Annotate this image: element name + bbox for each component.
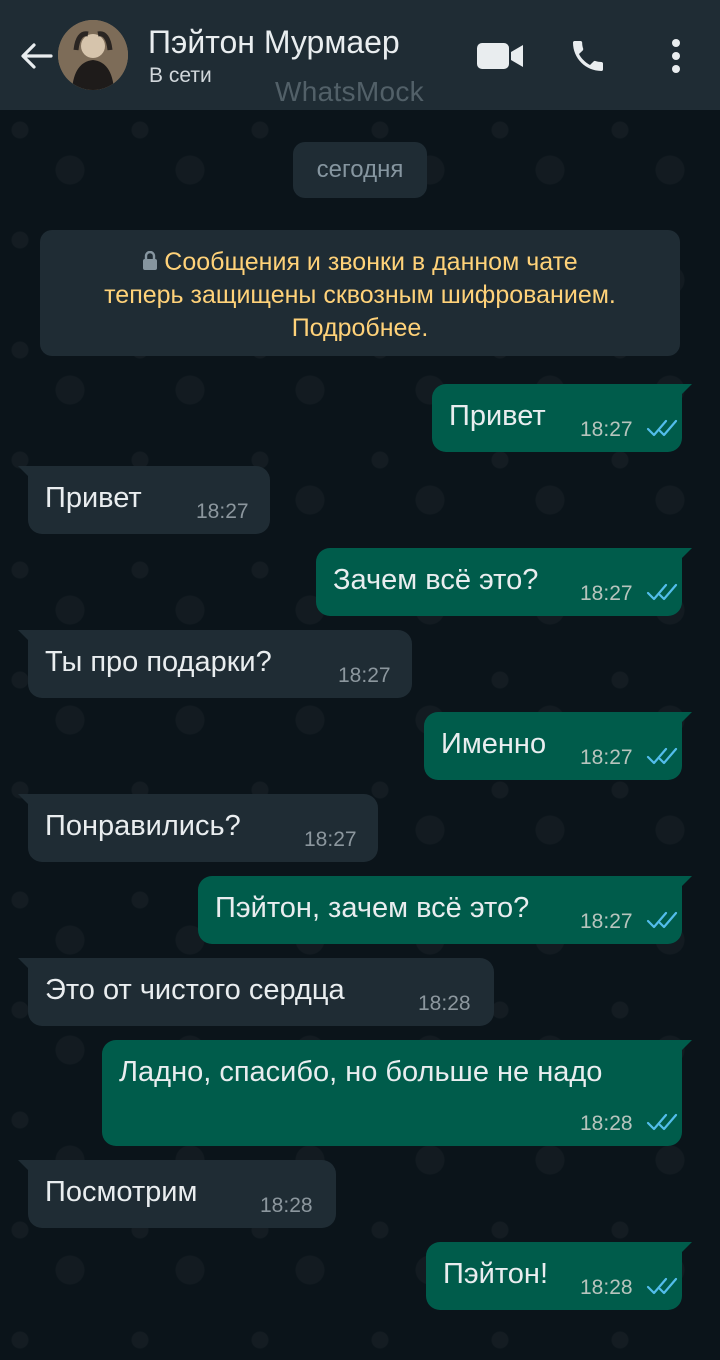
more-vertical-icon	[672, 39, 680, 73]
message-text: Именно	[441, 728, 547, 760]
message-bubble-incoming[interactable]: Это от чистого сердца 18:28	[18, 958, 494, 1026]
message-time: 18:27	[304, 828, 357, 851]
message-time: 18:27	[338, 664, 391, 687]
message-bubble-incoming[interactable]: Привет 18:27	[18, 466, 270, 534]
read-ticks-icon	[646, 583, 678, 601]
message-text: Привет	[45, 482, 142, 514]
back-button[interactable]	[14, 34, 58, 78]
message-time: 18:27	[580, 582, 633, 605]
message-time: 18:27	[580, 418, 633, 441]
message-time: 18:27	[580, 910, 633, 933]
encryption-notice-line-1: Сообщения и звонки в данном чате	[40, 246, 680, 279]
message-text: Пэйтон!	[443, 1258, 548, 1290]
message-bubble-outgoing[interactable]: Зачем всё это? 18:27	[316, 548, 692, 616]
read-ticks-icon	[646, 747, 678, 765]
message-time: 18:28	[580, 1276, 633, 1299]
message-bubble-outgoing[interactable]: Пэйтон, зачем всё это? 18:27	[198, 876, 692, 944]
message-time: 18:28	[580, 1112, 633, 1135]
message-text: Понравились?	[45, 810, 241, 842]
encryption-learn-more-link[interactable]: Подробнее.	[40, 312, 680, 345]
message-text: Зачем всё это?	[333, 564, 539, 596]
encryption-notice[interactable]: Сообщения и звонки в данном чате теперь …	[40, 230, 680, 356]
message-bubble-outgoing[interactable]: Ладно, спасибо, но больше не надо 18:28	[102, 1040, 692, 1146]
message-time: 18:28	[418, 992, 471, 1015]
lock-icon	[143, 251, 158, 270]
read-ticks-icon	[646, 1277, 678, 1295]
read-ticks-icon	[646, 1113, 678, 1131]
message-text: Ладно, спасибо, но больше не надо	[119, 1056, 603, 1088]
message-text: Посмотрим	[45, 1176, 198, 1208]
message-text: Ты про подарки?	[45, 646, 272, 678]
chat-area[interactable]: сегодня Сообщения и звонки в данном чате…	[0, 110, 720, 1360]
message-text: Это от чистого сердца	[45, 974, 345, 1006]
video-call-button[interactable]	[474, 34, 526, 78]
watermark: WhatsMock	[275, 76, 424, 107]
chat-header: Пэйтон Мурмаер В сети WhatsMock	[0, 0, 720, 110]
encryption-text-1: Сообщения и звонки в данном чате	[164, 248, 578, 276]
message-bubble-outgoing[interactable]: Пэйтон! 18:28	[426, 1242, 692, 1310]
encryption-text-2: теперь защищены сквозным шифрованием.	[104, 281, 616, 309]
message-bubble-outgoing[interactable]: Привет 18:27	[432, 384, 692, 452]
phone-icon	[573, 41, 603, 71]
message-bubble-incoming[interactable]: Ты про подарки? 18:27	[18, 630, 412, 698]
message-time: 18:27	[580, 746, 633, 769]
video-camera-icon	[477, 43, 523, 69]
message-text: Привет	[449, 400, 546, 432]
avatar-photo	[58, 20, 128, 90]
message-bubble-incoming[interactable]: Посмотрим 18:28	[18, 1160, 336, 1228]
message-bubble-outgoing[interactable]: Именно 18:27	[424, 712, 692, 780]
message-bubble-incoming[interactable]: Понравились? 18:27	[18, 794, 378, 862]
contact-name[interactable]: Пэйтон Мурмаер	[148, 24, 400, 61]
menu-button[interactable]	[650, 34, 702, 78]
message-time: 18:27	[196, 500, 249, 523]
voice-call-button[interactable]	[562, 34, 614, 78]
read-ticks-icon	[646, 911, 678, 929]
read-ticks-icon	[646, 419, 678, 437]
message-time: 18:28	[260, 1194, 313, 1217]
date-chip: сегодня	[293, 142, 427, 198]
message-text: Пэйтон, зачем всё это?	[215, 892, 530, 924]
arrow-left-icon	[21, 43, 53, 69]
contact-status: В сети	[149, 64, 212, 87]
avatar[interactable]	[58, 20, 128, 90]
